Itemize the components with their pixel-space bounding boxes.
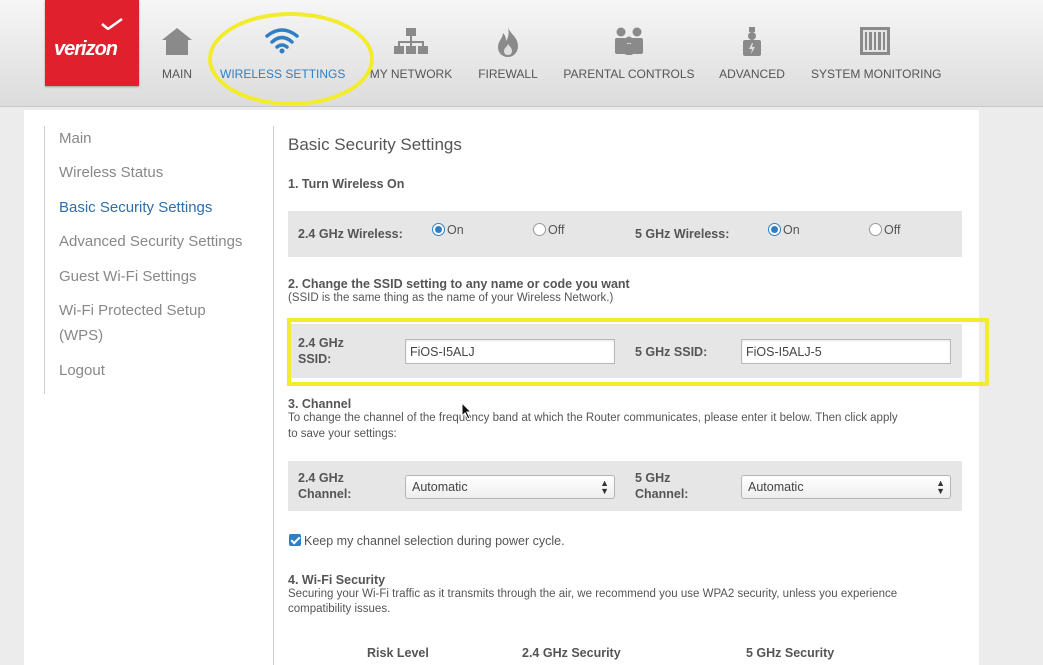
ssid-row: 2.4 GHz SSID: 5 GHz SSID: bbox=[288, 324, 962, 378]
select-arrows-icon: ▲ ▼ bbox=[600, 478, 609, 496]
section-1-title: 1. Turn Wireless On bbox=[288, 177, 405, 191]
sidebar-item-logout[interactable]: Logout bbox=[59, 358, 105, 383]
wireless-5-on-label: On bbox=[783, 223, 800, 237]
wireless-5-label: 5 GHz Wireless: bbox=[635, 227, 730, 241]
wireless-5-off-radio[interactable] bbox=[869, 223, 882, 236]
advanced-icon bbox=[743, 27, 761, 56]
channel-5-label-line1: 5 GHz bbox=[635, 471, 671, 485]
section-2-note: (SSID is the same thing as the name of y… bbox=[288, 292, 614, 304]
keep-channel-checkbox[interactable] bbox=[289, 534, 301, 546]
channel-5-label-line2: Channel: bbox=[635, 487, 689, 501]
top-nav-bar: verizon MAIN WIRELESS SETTINGS MY NETWOR… bbox=[0, 0, 1043, 107]
nav-label-wireless-settings: WIRELESS SETTINGS bbox=[220, 67, 346, 81]
col-head-24-security: 2.4 GHz Security bbox=[522, 646, 621, 660]
ssid-24-label-line2: SSID: bbox=[298, 352, 332, 366]
sidebar-item-wps[interactable]: Wi-Fi Protected Setup bbox=[59, 298, 206, 323]
section-2-title: 2. Change the SSID setting to any name o… bbox=[288, 277, 630, 291]
monitor-icon bbox=[860, 27, 890, 55]
page-title: Basic Security Settings bbox=[288, 135, 462, 154]
section-4-note-line1: Securing your Wi-Fi traffic as it transm… bbox=[288, 588, 898, 600]
wireless-24-off-label: Off bbox=[548, 223, 565, 237]
sidebar: Main Wireless Status Basic Security Sett… bbox=[44, 126, 274, 394]
nav-my-network[interactable]: MY NETWORK bbox=[368, 0, 454, 100]
sidebar-item-main[interactable]: Main bbox=[59, 126, 92, 151]
sidebar-item-advanced-security-settings[interactable]: Advanced Security Settings bbox=[59, 229, 242, 254]
wireless-5-on-radio[interactable] bbox=[768, 223, 781, 236]
nav-label-firewall: FIREWALL bbox=[478, 67, 538, 81]
section-4-note-line2: compatibility issues. bbox=[288, 603, 391, 615]
ssid-5-input[interactable] bbox=[741, 339, 951, 364]
channel-24-label-line1: 2.4 GHz bbox=[298, 471, 344, 485]
wireless-24-label: 2.4 GHz Wireless: bbox=[298, 227, 403, 241]
sidebar-item-guest-wifi-settings[interactable]: Guest Wi-Fi Settings bbox=[59, 264, 197, 289]
section-4-title: 4. Wi-Fi Security bbox=[288, 573, 386, 587]
sidebar-item-basic-security-settings[interactable]: Basic Security Settings bbox=[59, 195, 212, 220]
nav-label-main: MAIN bbox=[162, 67, 192, 81]
nav-advanced[interactable]: ADVANCED bbox=[718, 0, 786, 100]
home-icon bbox=[162, 28, 192, 55]
nav-system-monitoring[interactable]: SYSTEM MONITORING bbox=[811, 0, 942, 100]
channel-5-select[interactable]: Automatic ▲ ▼ bbox=[741, 475, 951, 499]
content-divider bbox=[273, 126, 274, 665]
people-icon bbox=[615, 27, 643, 55]
wireless-24-off-radio[interactable] bbox=[533, 223, 546, 236]
section-3-note-line1: To change the channel of the frequency b… bbox=[288, 412, 898, 424]
nav-main[interactable]: MAIN bbox=[155, 0, 199, 100]
mouse-cursor-icon bbox=[461, 402, 473, 420]
col-head-risk-level: Risk Level bbox=[367, 646, 429, 660]
brand-name: verizon bbox=[54, 38, 118, 60]
nav-label-system-monitoring: SYSTEM MONITORING bbox=[811, 67, 942, 81]
flame-icon bbox=[498, 27, 518, 57]
logo-check-icon bbox=[101, 18, 123, 30]
verizon-logo[interactable]: verizon bbox=[45, 0, 139, 86]
channel-24-value: Automatic bbox=[412, 480, 468, 494]
sidebar-item-wireless-status[interactable]: Wireless Status bbox=[59, 160, 163, 185]
col-head-5-security: 5 GHz Security bbox=[746, 646, 835, 660]
ssid-5-label: 5 GHz SSID: bbox=[635, 345, 708, 359]
channel-24-select[interactable]: Automatic ▲ ▼ bbox=[405, 475, 615, 499]
section-3-note-line2: to save your settings: bbox=[288, 428, 397, 440]
channel-row: 2.4 GHz Channel: Automatic ▲ ▼ 5 GHz Chan… bbox=[288, 461, 962, 511]
nav-label-parental-controls: PARENTAL CONTROLS bbox=[563, 67, 695, 81]
wireless-24-on-label: On bbox=[447, 223, 464, 237]
wireless-on-row: 2.4 GHz Wireless: On Off 5 GHz Wireless:… bbox=[288, 211, 962, 257]
channel-24-label-line2: Channel: bbox=[298, 487, 352, 501]
wireless-5-off-label: Off bbox=[884, 223, 901, 237]
sidebar-item-wps-suffix[interactable]: (WPS) bbox=[59, 323, 103, 348]
network-icon bbox=[394, 28, 428, 54]
ssid-24-label-line1: 2.4 GHz bbox=[298, 336, 344, 350]
channel-5-value: Automatic bbox=[748, 480, 804, 494]
wireless-24-on-radio[interactable] bbox=[432, 223, 445, 236]
select-arrows-icon: ▲ ▼ bbox=[936, 478, 945, 496]
nav-parental-controls[interactable]: PARENTAL CONTROLS bbox=[563, 0, 695, 100]
nav-label-advanced: ADVANCED bbox=[719, 67, 785, 81]
keep-channel-label: Keep my channel selection during power c… bbox=[304, 534, 565, 548]
ssid-24-input[interactable] bbox=[405, 339, 615, 364]
nav-wireless-settings[interactable]: WIRELESS SETTINGS bbox=[220, 0, 346, 100]
wifi-icon bbox=[265, 28, 299, 54]
nav-firewall[interactable]: FIREWALL bbox=[476, 0, 540, 100]
nav-label-my-network: MY NETWORK bbox=[369, 67, 453, 81]
section-3-title: 3. Channel bbox=[288, 397, 352, 411]
